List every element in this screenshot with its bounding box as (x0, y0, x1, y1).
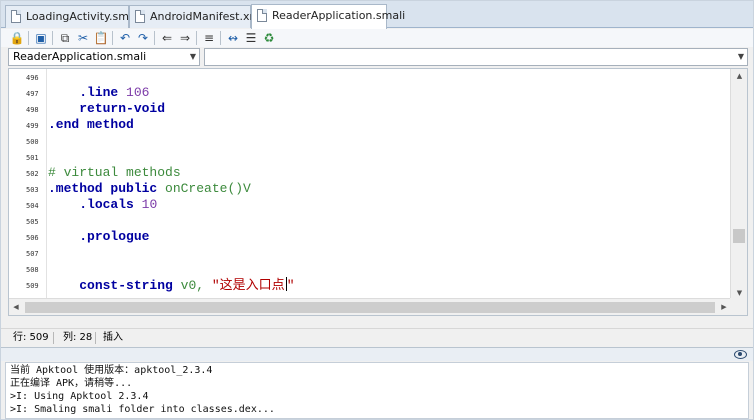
toolbar-separator (112, 31, 113, 45)
line-number: 505 (26, 218, 39, 226)
line-number: 497 (26, 90, 39, 98)
line-number: 498 (26, 106, 39, 114)
code-line: return-void (79, 101, 166, 116)
format-icon[interactable]: ≡ (201, 30, 217, 46)
horizontal-scroll-thumb[interactable] (25, 302, 715, 313)
tab-label: AndroidManifest.xml (150, 10, 264, 23)
code-line: # virtual methods (48, 165, 181, 180)
code-area[interactable]: .line 106 return-void .end method # virt… (48, 69, 728, 315)
horizontal-scrollbar[interactable]: ◀ ▶ (9, 298, 731, 315)
code-line: .end method (48, 117, 134, 132)
line-number-gutter: 496 497 498 499 500 501 502 503 504 505 … (9, 69, 47, 315)
tab-label: LoadingActivity.smali (26, 10, 142, 23)
paste-icon[interactable]: 📋 (93, 30, 109, 46)
chevron-down-icon: ▼ (737, 52, 744, 61)
scroll-left-icon[interactable]: ◀ (9, 299, 23, 315)
member-selector[interactable]: ▼ (204, 48, 748, 66)
vertical-scrollbar[interactable]: ▲ ▼ (730, 69, 747, 300)
document-icon (135, 10, 145, 23)
forward-icon[interactable]: ⇒ (177, 30, 193, 46)
status-separator (53, 332, 54, 344)
eye-icon[interactable] (734, 350, 747, 359)
line-number: 509 (26, 282, 39, 290)
editor-toolbar: 🔒 ▣ ⧉ ✂ 📋 ↶ ↷ ⇐ ⇒ ≡ ↭ ☰ ♻ (1, 29, 753, 47)
line-number: 502 (26, 170, 39, 178)
android-killer-window: LoadingActivity.smali AndroidManifest.xm… (0, 0, 754, 420)
line-number: 503 (26, 186, 39, 194)
log-output: 当前 Apktool 使用版本：apktool_2.3.4 正在编译 APK，请… (5, 362, 749, 419)
document-icon (257, 9, 267, 22)
vertical-scroll-thumb[interactable] (733, 229, 745, 243)
code-line: .line 106 (79, 85, 150, 100)
code-editor[interactable]: 496 497 498 499 500 501 502 503 504 505 … (8, 68, 748, 316)
tab-label: ReaderApplication.smali (272, 9, 406, 22)
tab-readerapplication[interactable]: ReaderApplication.smali (251, 4, 405, 29)
compile-icon[interactable]: ↭ (225, 30, 241, 46)
cut-icon[interactable]: ✂ (75, 30, 91, 46)
code-line: .prologue (79, 229, 150, 244)
back-icon[interactable]: ⇐ (159, 30, 175, 46)
cursor-row: 行: 509 (13, 332, 49, 343)
log-panel-header (1, 347, 753, 361)
line-number: 507 (26, 250, 39, 258)
toolbar-separator (28, 31, 29, 45)
line-number: 506 (26, 234, 39, 242)
cursor-column: 列: 28 (63, 332, 93, 343)
toolbar-separator (196, 31, 197, 45)
redo-icon[interactable]: ↷ (135, 30, 151, 46)
toolbar-separator (154, 31, 155, 45)
code-line: const-string v0, "这是入口点 " (79, 277, 295, 293)
undo-icon[interactable]: ↶ (117, 30, 133, 46)
tab-loadingactivity[interactable]: LoadingActivity.smali (5, 5, 142, 28)
selector-row: ReaderApplication.smali ▼ ▼ (1, 47, 753, 67)
file-selector-value: ReaderApplication.smali (13, 50, 147, 63)
log-line: 当前 Apktool 使用版本：apktool_2.3.4 (10, 365, 213, 376)
insert-mode: 插入 (103, 332, 123, 343)
line-number: 504 (26, 202, 39, 210)
toolbar-separator (220, 31, 221, 45)
list-icon[interactable]: ☰ (243, 30, 259, 46)
log-line: 正在编译 APK，请稍等... (10, 378, 133, 389)
build-icon[interactable]: ♻ (261, 30, 277, 46)
scroll-up-icon[interactable]: ▲ (731, 69, 747, 83)
line-number: 496 (26, 74, 39, 82)
tab-androidmanifest[interactable]: AndroidManifest.xml (129, 5, 263, 28)
line-number: 501 (26, 154, 39, 162)
editor-tab-bar: LoadingActivity.smali AndroidManifest.xm… (1, 1, 753, 29)
toolbar-separator (52, 31, 53, 45)
save-icon[interactable]: ▣ (33, 30, 49, 46)
chevron-down-icon: ▼ (189, 52, 196, 61)
document-icon (11, 10, 21, 23)
line-number: 500 (26, 138, 39, 146)
code-line: .method public onCreate()V (48, 181, 251, 196)
status-separator (95, 332, 96, 344)
line-number: 508 (26, 266, 39, 274)
line-number: 499 (26, 122, 39, 130)
status-bar: 行: 509 列: 28 插入 (1, 328, 753, 346)
scrollbar-corner (730, 298, 747, 315)
scroll-right-icon[interactable]: ▶ (717, 299, 731, 315)
log-line: >I: Using Apktool 2.3.4 (10, 391, 149, 402)
file-selector[interactable]: ReaderApplication.smali ▼ (8, 48, 200, 66)
lock-icon[interactable]: 🔒 (9, 30, 25, 46)
log-line: >I: Smaling smali folder into classes.de… (10, 404, 275, 415)
copy-icon[interactable]: ⧉ (57, 30, 73, 46)
code-line: .locals 10 (79, 197, 158, 212)
